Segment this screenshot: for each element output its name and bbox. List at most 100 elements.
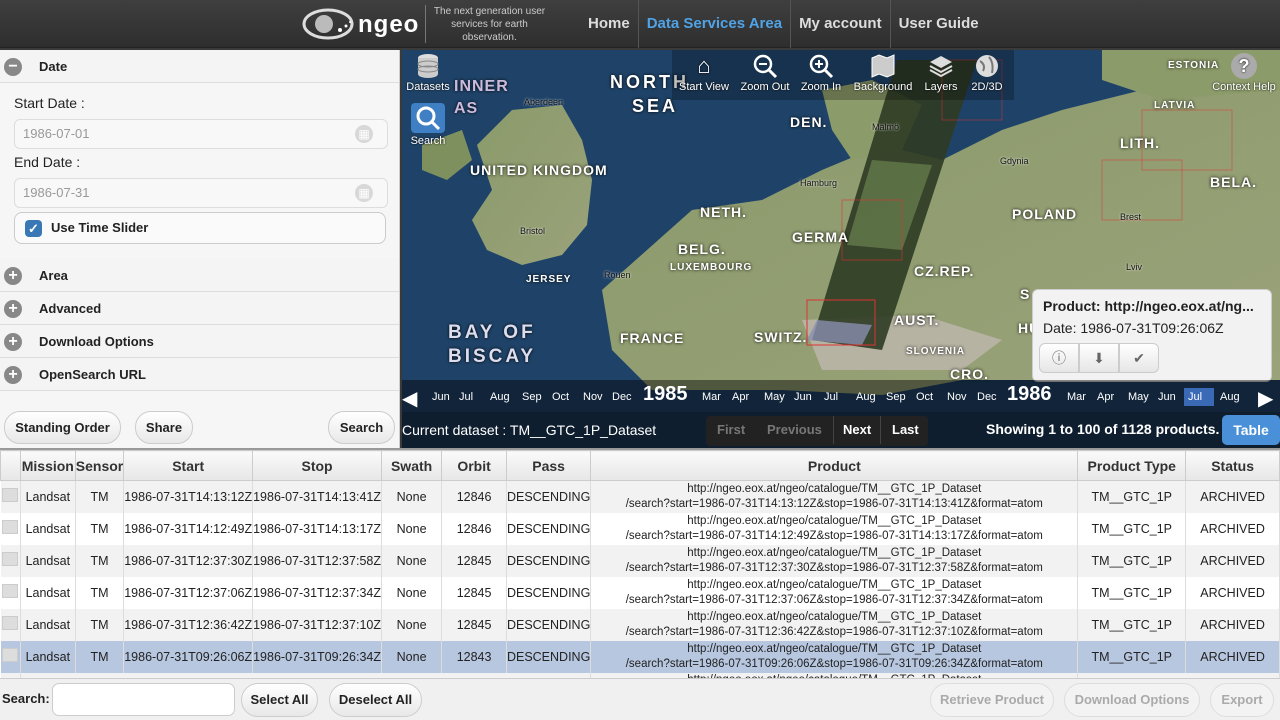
year-tick: 1986: [1007, 383, 1052, 405]
column-header-stop[interactable]: Stop: [252, 450, 382, 481]
nav-data-services-area[interactable]: Data Services Area: [637, 0, 790, 48]
column-header-product-type[interactable]: Product Type: [1077, 450, 1187, 481]
datasets-button[interactable]: Datasets: [404, 53, 452, 93]
zoom-out-button[interactable]: Zoom Out: [738, 53, 792, 93]
previous-page-button[interactable]: Previous: [758, 416, 831, 444]
table-row[interactable]: Landsat TM 1986-07-31T14:13:12Z 1986-07-31T…: [0, 480, 1280, 513]
row-select-cell[interactable]: [0, 576, 21, 609]
share-button[interactable]: Share: [135, 411, 193, 444]
ngeo-logo[interactable]: ngeo: [300, 4, 418, 44]
retrieve-product-button[interactable]: Retrieve Product: [930, 683, 1054, 717]
cell-stop: 1986-07-31T12:37:34Z: [252, 576, 382, 609]
nav-home[interactable]: Home: [580, 0, 638, 48]
time-slider[interactable]: ◀ Jun Jul Aug Sep Oct Nov Dec 1985 Mar A…: [402, 380, 1280, 412]
use-time-slider-toggle[interactable]: ✓ Use Time Slider: [14, 212, 386, 244]
start-view-button[interactable]: ⌂ Start View: [678, 53, 730, 93]
standing-order-button[interactable]: Standing Order: [4, 411, 121, 444]
layers-label: Layers: [924, 81, 958, 93]
table-row[interactable]: Landsat TM 1986-07-31T12:37:06Z 1986-07-31T…: [0, 576, 1280, 609]
row-checkbox[interactable]: [2, 616, 19, 630]
row-select-cell[interactable]: [0, 544, 21, 577]
area-section-header[interactable]: + Area: [0, 259, 399, 292]
select-button[interactable]: ✔: [1119, 343, 1159, 373]
deselect-all-button[interactable]: Deselect All: [329, 683, 422, 717]
next-page-button[interactable]: Next: [833, 416, 882, 444]
cell-product-type: TM__GTC_1P: [1077, 640, 1187, 673]
map-label: Malmö: [872, 122, 900, 132]
context-help-button[interactable]: ? Context Help: [1210, 53, 1278, 93]
map-label: SWITZ.: [754, 329, 808, 345]
row-select-cell[interactable]: [0, 640, 21, 673]
row-checkbox[interactable]: [2, 584, 19, 598]
nav-my-account[interactable]: My account: [790, 0, 890, 48]
checkbox-checked-icon[interactable]: ✓: [25, 220, 42, 237]
info-button[interactable]: ⓘ: [1039, 343, 1079, 373]
search-button[interactable]: Search: [328, 411, 395, 444]
timeline-prev-arrow-icon[interactable]: ◀: [402, 386, 417, 411]
select-all-button[interactable]: Select All: [241, 683, 318, 717]
cell-start: 1986-07-31T09:26:06Z: [123, 640, 254, 673]
calendar-icon[interactable]: ▦: [355, 184, 373, 202]
zoom-in-button[interactable]: Zoom In: [798, 53, 844, 93]
month-tick: Aug: [856, 391, 876, 403]
cell-product: http://ngeo.eox.at/ngeo/catalogue/TM__GT…: [590, 512, 1079, 545]
opensearch-url-section-header[interactable]: + OpenSearch URL: [0, 358, 399, 391]
cell-product-type: TM__GTC_1P: [1077, 480, 1187, 513]
month-tick: Nov: [583, 391, 603, 403]
end-date-field[interactable]: 1986-07-31 ▦: [14, 178, 388, 208]
background-label: Background: [853, 81, 913, 93]
column-header-sensor[interactable]: Sensor: [74, 450, 125, 481]
column-header-orbit[interactable]: Orbit: [441, 450, 507, 481]
column-header-start[interactable]: Start: [123, 450, 254, 481]
download-options-section-header[interactable]: + Download Options: [0, 325, 399, 358]
layers-button[interactable]: Layers: [922, 53, 960, 93]
table-row[interactable]: Landsat TM 1986-07-31T09:26:06Z 1986-07-31T…: [0, 640, 1280, 673]
search-tool-button[interactable]: Search: [408, 103, 448, 147]
cell-product-type: TM__GTC_1P: [1077, 608, 1187, 641]
start-date-field[interactable]: 1986-07-01 ▦: [14, 119, 388, 149]
calendar-icon[interactable]: ▦: [355, 125, 373, 143]
column-header-status[interactable]: Status: [1185, 450, 1280, 481]
background-button[interactable]: Background: [852, 53, 914, 93]
row-select-cell[interactable]: [0, 512, 21, 545]
column-header-pass[interactable]: Pass: [505, 450, 592, 481]
advanced-section-header[interactable]: + Advanced: [0, 292, 399, 325]
map-label: Aberdeen: [524, 97, 564, 107]
table-row[interactable]: Landsat TM 1986-07-31T12:36:42Z 1986-07-31T…: [0, 608, 1280, 641]
first-page-button[interactable]: First: [708, 416, 754, 444]
table-actions-bar: Search: Select All Deselect All Retrieve…: [0, 678, 1280, 720]
cell-pass: DESCENDING: [506, 608, 592, 641]
table-row[interactable]: Landsat TM 1986-07-31T14:12:49Z 1986-07-31T…: [0, 512, 1280, 545]
row-select-cell[interactable]: [0, 480, 21, 513]
table-search-input[interactable]: [52, 683, 235, 716]
map-view[interactable]: NORTH SEA INNER AS Aberdeen UNITED KINGD…: [402, 50, 1280, 448]
nav-user-guide[interactable]: User Guide: [889, 0, 987, 48]
map-label: Lviv: [1126, 262, 1143, 272]
cell-status: ARCHIVED: [1185, 512, 1280, 545]
2d-3d-button[interactable]: 2D/3D: [966, 53, 1008, 93]
map-label: LATVIA: [1154, 100, 1196, 111]
row-checkbox[interactable]: [2, 648, 19, 662]
table-toggle-button[interactable]: Table: [1222, 415, 1280, 445]
cell-sensor: TM: [75, 544, 125, 577]
table-row[interactable]: Landsat TM 1986-07-31T12:37:30Z 1986-07-31T…: [0, 544, 1280, 577]
column-header-product[interactable]: Product: [590, 450, 1079, 481]
timeline-next-arrow-icon[interactable]: ▶: [1258, 386, 1273, 411]
row-select-cell[interactable]: [0, 608, 21, 641]
download-options-button[interactable]: Download Options: [1064, 683, 1200, 717]
download-button[interactable]: ⬇: [1079, 343, 1119, 373]
export-button[interactable]: Export: [1210, 683, 1274, 717]
zoom-out-label: Zoom Out: [740, 81, 790, 93]
download-options-section-label: Download Options: [39, 334, 154, 349]
product-url-line2: /search?start=1986-07-31T14:13:12Z&stop=…: [625, 497, 1043, 510]
date-section-header[interactable]: − Date: [0, 50, 399, 83]
row-checkbox[interactable]: [2, 520, 19, 534]
zoom-out-icon: [752, 53, 778, 79]
month-tick: May: [764, 391, 785, 403]
column-header-swath[interactable]: Swath: [380, 450, 443, 481]
column-header-mission[interactable]: Mission: [19, 450, 76, 481]
row-checkbox[interactable]: [2, 552, 19, 566]
last-page-button[interactable]: Last: [883, 416, 928, 444]
month-tick: Oct: [916, 391, 934, 403]
row-checkbox[interactable]: [2, 488, 19, 503]
